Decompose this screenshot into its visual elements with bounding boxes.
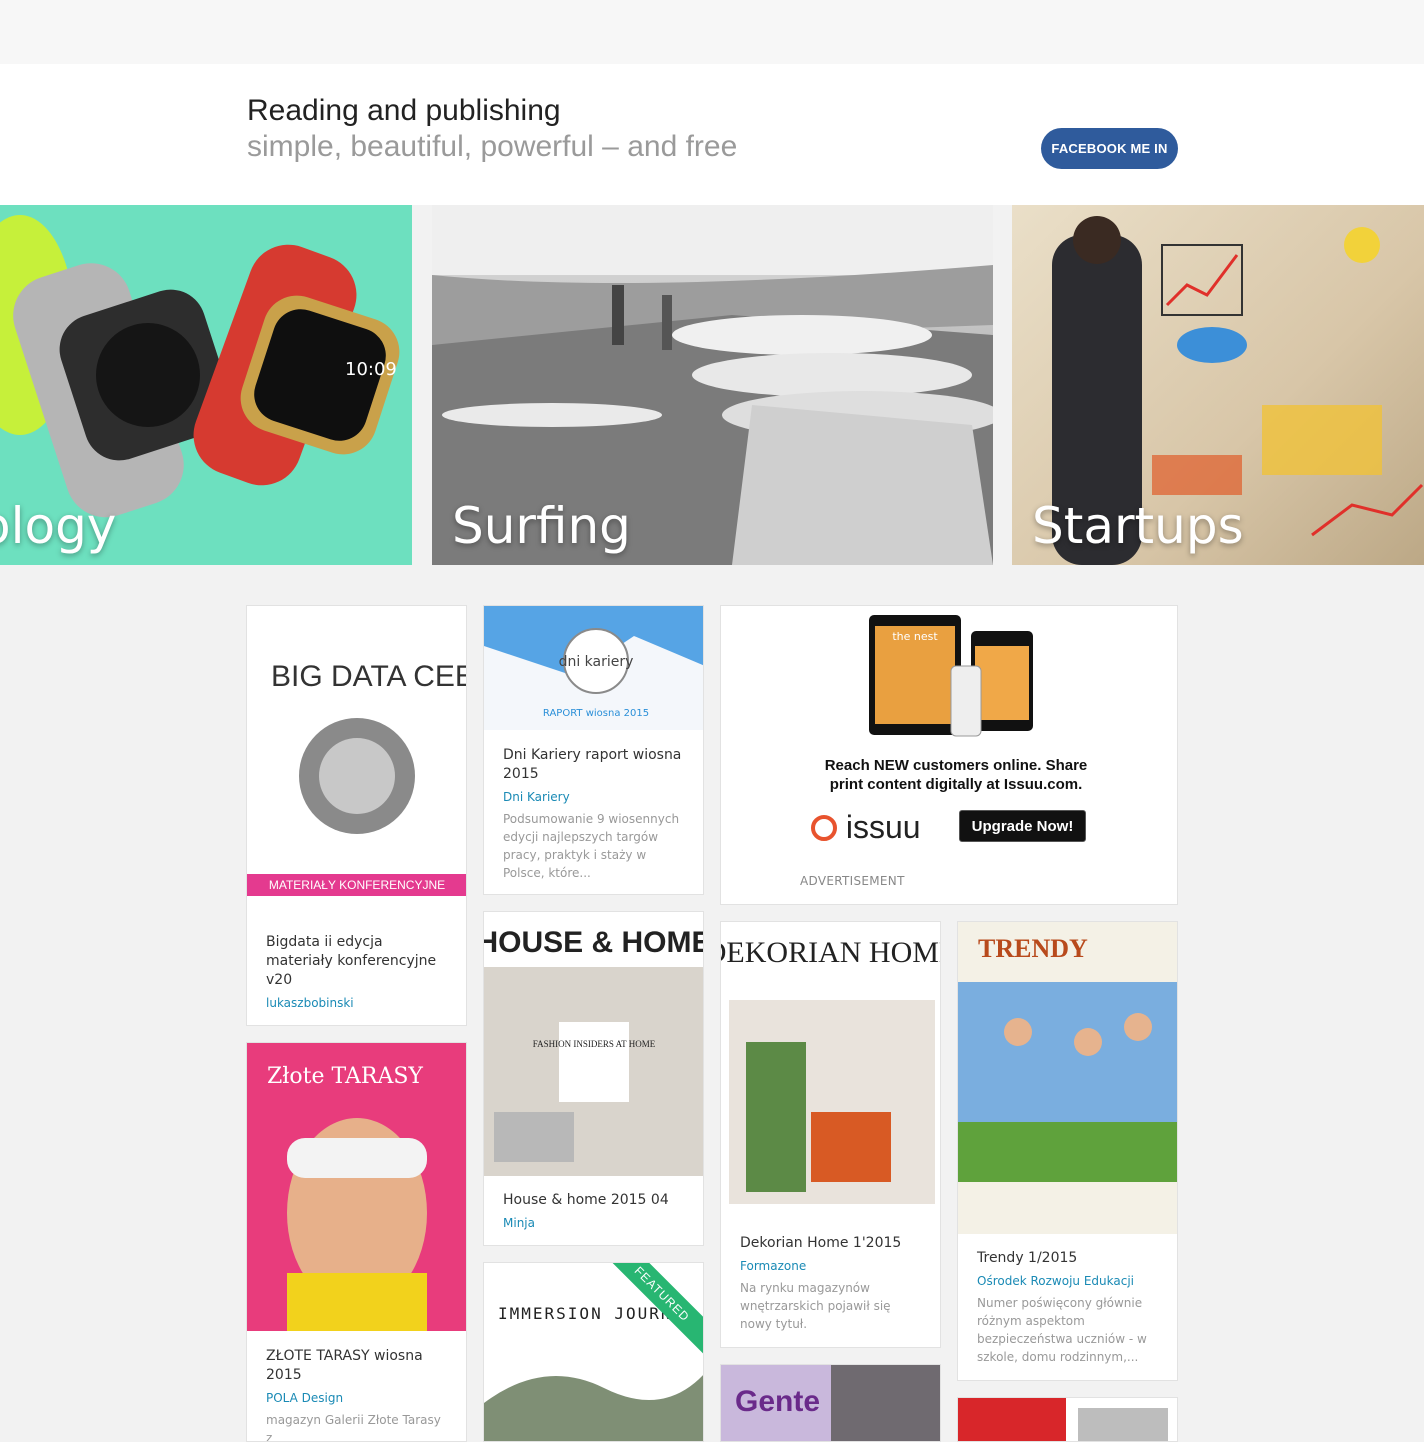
svg-text:FASHION INSIDERS AT HOME: FASHION INSIDERS AT HOME [533,1039,656,1049]
publication-cover: HOUSE & HOME FASHION INSIDERS AT HOME [484,912,703,1176]
publication-author[interactable]: POLA Design [266,1391,447,1405]
publication-card[interactable]: IMMERSION JOURNAL FEATURED [483,1262,704,1442]
publication-cover: TRENDY [958,922,1177,1234]
publication-cover: BIG DATA CEE CONGRESS MATERIAŁY KONFEREN… [247,606,466,916]
publication-card[interactable]: HOUSE & HOME FASHION INSIDERS AT HOME Ho… [483,911,704,1246]
publication-title[interactable]: Dekorian Home 1'2015 [740,1234,921,1253]
publication-card[interactable]: dni kariery RAPORT wiosna 2015 Dni Karie… [483,605,704,895]
svg-text:BIG DATA CEE CONGRESS: BIG DATA CEE CONGRESS [271,660,466,693]
publication-title[interactable]: Bigdata ii edycja materiały konferencyjn… [266,933,447,990]
top-bar [0,0,1424,64]
issuu-logo: issuu [811,809,921,846]
publication-description: Podsumowanie 9 wiosennych edycji najleps… [503,812,680,880]
publication-card[interactable]: TRENDY Trendy 1/2015 Ośrodek Rozwoju Edu… [957,921,1178,1381]
svg-text:Złote TARASY: Złote TARASY [267,1064,423,1089]
svg-text:the nest: the nest [892,630,938,643]
publication-description: magazyn Galerii Złote Tarasy z [266,1413,441,1442]
category-startups[interactable]: Startups [1012,205,1424,565]
advertisement[interactable]: the nest Reach NEW customers online. Sha… [720,605,1178,905]
devices-illustration: the nest [869,615,1033,737]
ad-label: ADVERTISEMENT [800,874,905,888]
publication-cover: Gente [721,1365,940,1441]
hero-banner: Reading and publishing simple, beautiful… [0,64,1424,205]
category-surfing[interactable]: Surfing [432,205,993,565]
publication-cover [958,1398,1177,1441]
upgrade-now-button[interactable]: Upgrade Now! [959,810,1086,842]
publication-title[interactable]: Dni Kariery raport wiosna 2015 [503,746,684,784]
category-technology[interactable]: 10:09 ology [0,205,412,565]
publication-card[interactable]: DEKORIAN HOME Dekorian Home 1'2015 Forma… [720,921,941,1348]
hero-subtitle: simple, beautiful, powerful – and free [247,130,738,163]
svg-text:TRENDY: TRENDY [978,934,1088,963]
publication-title[interactable]: ZŁOTE TARASY wiosna 2015 [266,1347,447,1385]
svg-text:dni kariery: dni kariery [559,654,634,670]
publication-description: Numer poświęcony głównie różnym aspektom… [977,1296,1147,1364]
category-label: Surfing [452,497,631,555]
svg-text:HOUSE & HOME: HOUSE & HOME [484,926,703,959]
category-label: ology [0,497,117,555]
publication-author[interactable]: Minja [503,1216,684,1230]
ad-tagline: Reach NEW customers online. Share print … [824,757,1088,793]
svg-text:MATERIAŁY KONFERENCYJNE: MATERIAŁY KONFERENCYJNE [269,878,445,892]
svg-text:Gente: Gente [735,1385,820,1418]
svg-text:RAPORT wiosna 2015: RAPORT wiosna 2015 [543,708,649,719]
hero-title: Reading and publishing [247,94,561,127]
svg-text:DEKORIAN HOME: DEKORIAN HOME [721,936,940,969]
publication-author[interactable]: Ośrodek Rozwoju Edukacji [977,1274,1158,1288]
publication-card[interactable]: Gente [720,1364,941,1442]
publication-card[interactable] [957,1397,1178,1442]
publication-cover: DEKORIAN HOME [721,922,940,1218]
publication-author[interactable]: Formazone [740,1259,921,1273]
publication-title[interactable]: House & home 2015 04 [503,1191,684,1210]
publication-description: Na rynku magazynów wnętrzarskich pojawił… [740,1281,891,1331]
publication-title[interactable]: Trendy 1/2015 [977,1249,1158,1268]
publication-card[interactable]: Złote TARASY ZŁOTE TARASY wiosna 2015 PO… [246,1042,467,1442]
svg-text:10:09: 10:09 [345,359,397,380]
facebook-login-button[interactable]: FACEBOOK ME IN [1041,128,1178,169]
publication-cover: dni kariery RAPORT wiosna 2015 [484,606,703,730]
publication-author[interactable]: lukaszbobinski [266,996,447,1010]
publication-card[interactable]: BIG DATA CEE CONGRESS MATERIAŁY KONFEREN… [246,605,467,1026]
publication-author[interactable]: Dni Kariery [503,790,684,804]
publication-cover: Złote TARASY [247,1043,466,1331]
category-label: Startups [1032,497,1244,555]
